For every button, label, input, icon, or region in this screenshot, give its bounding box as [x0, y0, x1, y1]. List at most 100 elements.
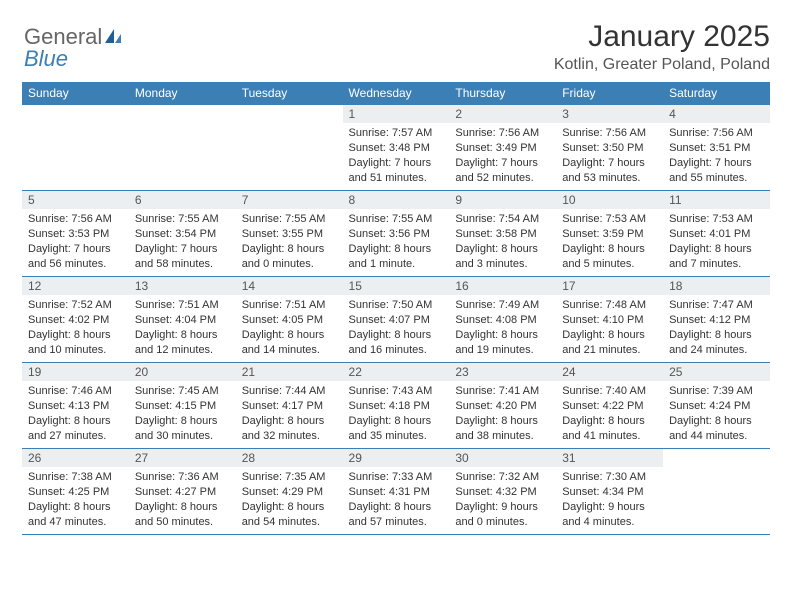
- calendar-day-cell: 8Sunrise: 7:55 AMSunset: 3:56 PMDaylight…: [343, 191, 450, 277]
- daylight-line2: and 51 minutes.: [349, 171, 444, 186]
- sunset-text: Sunset: 3:54 PM: [135, 227, 230, 242]
- day-number: 16: [449, 277, 556, 295]
- sunrise-text: Sunrise: 7:36 AM: [135, 470, 230, 485]
- daylight-line2: and 56 minutes.: [28, 257, 123, 272]
- weekday-header: Saturday: [663, 82, 770, 105]
- calendar-day-cell: [236, 105, 343, 191]
- daylight-line1: Daylight: 8 hours: [28, 500, 123, 515]
- weekday-header: Monday: [129, 82, 236, 105]
- daylight-line2: and 1 minute.: [349, 257, 444, 272]
- sunset-text: Sunset: 3:56 PM: [349, 227, 444, 242]
- day-body: Sunrise: 7:35 AMSunset: 4:29 PMDaylight:…: [236, 467, 343, 531]
- day-body: Sunrise: 7:40 AMSunset: 4:22 PMDaylight:…: [556, 381, 663, 445]
- calendar-week-row: 5Sunrise: 7:56 AMSunset: 3:53 PMDaylight…: [22, 191, 770, 277]
- sunset-text: Sunset: 4:29 PM: [242, 485, 337, 500]
- sunrise-text: Sunrise: 7:46 AM: [28, 384, 123, 399]
- sunrise-text: Sunrise: 7:56 AM: [562, 126, 657, 141]
- sunrise-text: Sunrise: 7:32 AM: [455, 470, 550, 485]
- daylight-line1: Daylight: 8 hours: [242, 242, 337, 257]
- calendar-day-cell: 30Sunrise: 7:32 AMSunset: 4:32 PMDayligh…: [449, 449, 556, 535]
- daylight-line2: and 10 minutes.: [28, 343, 123, 358]
- sunset-text: Sunset: 4:15 PM: [135, 399, 230, 414]
- weekday-header: Wednesday: [343, 82, 450, 105]
- daylight-line2: and 27 minutes.: [28, 429, 123, 444]
- calendar-day-cell: 24Sunrise: 7:40 AMSunset: 4:22 PMDayligh…: [556, 363, 663, 449]
- day-body: Sunrise: 7:47 AMSunset: 4:12 PMDaylight:…: [663, 295, 770, 359]
- day-number: 20: [129, 363, 236, 381]
- sunrise-text: Sunrise: 7:45 AM: [135, 384, 230, 399]
- day-number: 15: [343, 277, 450, 295]
- calendar-day-cell: 4Sunrise: 7:56 AMSunset: 3:51 PMDaylight…: [663, 105, 770, 191]
- sunset-text: Sunset: 4:08 PM: [455, 313, 550, 328]
- daylight-line2: and 53 minutes.: [562, 171, 657, 186]
- calendar-day-cell: 9Sunrise: 7:54 AMSunset: 3:58 PMDaylight…: [449, 191, 556, 277]
- calendar-day-cell: [22, 105, 129, 191]
- logo-text: General Blue: [24, 26, 123, 70]
- calendar-table: SundayMondayTuesdayWednesdayThursdayFrid…: [22, 82, 770, 535]
- daylight-line1: Daylight: 8 hours: [349, 328, 444, 343]
- calendar-day-cell: 2Sunrise: 7:56 AMSunset: 3:49 PMDaylight…: [449, 105, 556, 191]
- sunset-text: Sunset: 3:58 PM: [455, 227, 550, 242]
- day-number: 22: [343, 363, 450, 381]
- title-block: January 2025 Kotlin, Greater Poland, Pol…: [554, 20, 770, 74]
- day-number: 8: [343, 191, 450, 209]
- daylight-line2: and 3 minutes.: [455, 257, 550, 272]
- daylight-line1: Daylight: 8 hours: [242, 328, 337, 343]
- daylight-line1: Daylight: 8 hours: [242, 414, 337, 429]
- day-number: 29: [343, 449, 450, 467]
- day-body: Sunrise: 7:51 AMSunset: 4:05 PMDaylight:…: [236, 295, 343, 359]
- logo: General Blue: [22, 26, 123, 70]
- sunrise-text: Sunrise: 7:51 AM: [135, 298, 230, 313]
- calendar-day-cell: 5Sunrise: 7:56 AMSunset: 3:53 PMDaylight…: [22, 191, 129, 277]
- sunset-text: Sunset: 4:01 PM: [669, 227, 764, 242]
- sunset-text: Sunset: 4:05 PM: [242, 313, 337, 328]
- sunrise-text: Sunrise: 7:47 AM: [669, 298, 764, 313]
- daylight-line2: and 50 minutes.: [135, 515, 230, 530]
- day-number: 18: [663, 277, 770, 295]
- header: General Blue January 2025 Kotlin, Greate…: [22, 20, 770, 74]
- calendar-day-cell: 19Sunrise: 7:46 AMSunset: 4:13 PMDayligh…: [22, 363, 129, 449]
- day-body: Sunrise: 7:51 AMSunset: 4:04 PMDaylight:…: [129, 295, 236, 359]
- sunrise-text: Sunrise: 7:35 AM: [242, 470, 337, 485]
- daylight-line2: and 58 minutes.: [135, 257, 230, 272]
- calendar-day-cell: 3Sunrise: 7:56 AMSunset: 3:50 PMDaylight…: [556, 105, 663, 191]
- location-text: Kotlin, Greater Poland, Poland: [554, 56, 770, 74]
- calendar-day-cell: 16Sunrise: 7:49 AMSunset: 4:08 PMDayligh…: [449, 277, 556, 363]
- calendar-day-cell: [129, 105, 236, 191]
- sunrise-text: Sunrise: 7:30 AM: [562, 470, 657, 485]
- sunset-text: Sunset: 4:12 PM: [669, 313, 764, 328]
- sunset-text: Sunset: 4:17 PM: [242, 399, 337, 414]
- weekday-header: Thursday: [449, 82, 556, 105]
- sunrise-text: Sunrise: 7:43 AM: [349, 384, 444, 399]
- day-body: Sunrise: 7:30 AMSunset: 4:34 PMDaylight:…: [556, 467, 663, 531]
- day-number: 4: [663, 105, 770, 123]
- sunset-text: Sunset: 4:27 PM: [135, 485, 230, 500]
- day-number: 9: [449, 191, 556, 209]
- logo-sail-icon: [104, 26, 122, 48]
- daylight-line1: Daylight: 8 hours: [669, 414, 764, 429]
- day-body: Sunrise: 7:44 AMSunset: 4:17 PMDaylight:…: [236, 381, 343, 445]
- calendar-day-cell: [663, 449, 770, 535]
- sunset-text: Sunset: 3:51 PM: [669, 141, 764, 156]
- sunset-text: Sunset: 4:07 PM: [349, 313, 444, 328]
- day-body: Sunrise: 7:49 AMSunset: 4:08 PMDaylight:…: [449, 295, 556, 359]
- day-number: 12: [22, 277, 129, 295]
- daylight-line1: Daylight: 8 hours: [669, 328, 764, 343]
- daylight-line1: Daylight: 8 hours: [349, 414, 444, 429]
- sunset-text: Sunset: 3:48 PM: [349, 141, 444, 156]
- sunset-text: Sunset: 3:59 PM: [562, 227, 657, 242]
- calendar-day-cell: 12Sunrise: 7:52 AMSunset: 4:02 PMDayligh…: [22, 277, 129, 363]
- sunrise-text: Sunrise: 7:57 AM: [349, 126, 444, 141]
- day-body: Sunrise: 7:43 AMSunset: 4:18 PMDaylight:…: [343, 381, 450, 445]
- sunset-text: Sunset: 3:53 PM: [28, 227, 123, 242]
- daylight-line1: Daylight: 7 hours: [562, 156, 657, 171]
- calendar-day-cell: 22Sunrise: 7:43 AMSunset: 4:18 PMDayligh…: [343, 363, 450, 449]
- daylight-line2: and 44 minutes.: [669, 429, 764, 444]
- daylight-line1: Daylight: 8 hours: [455, 328, 550, 343]
- daylight-line2: and 19 minutes.: [455, 343, 550, 358]
- day-number: 23: [449, 363, 556, 381]
- sunrise-text: Sunrise: 7:50 AM: [349, 298, 444, 313]
- day-body: Sunrise: 7:46 AMSunset: 4:13 PMDaylight:…: [22, 381, 129, 445]
- day-number: 7: [236, 191, 343, 209]
- daylight-line2: and 7 minutes.: [669, 257, 764, 272]
